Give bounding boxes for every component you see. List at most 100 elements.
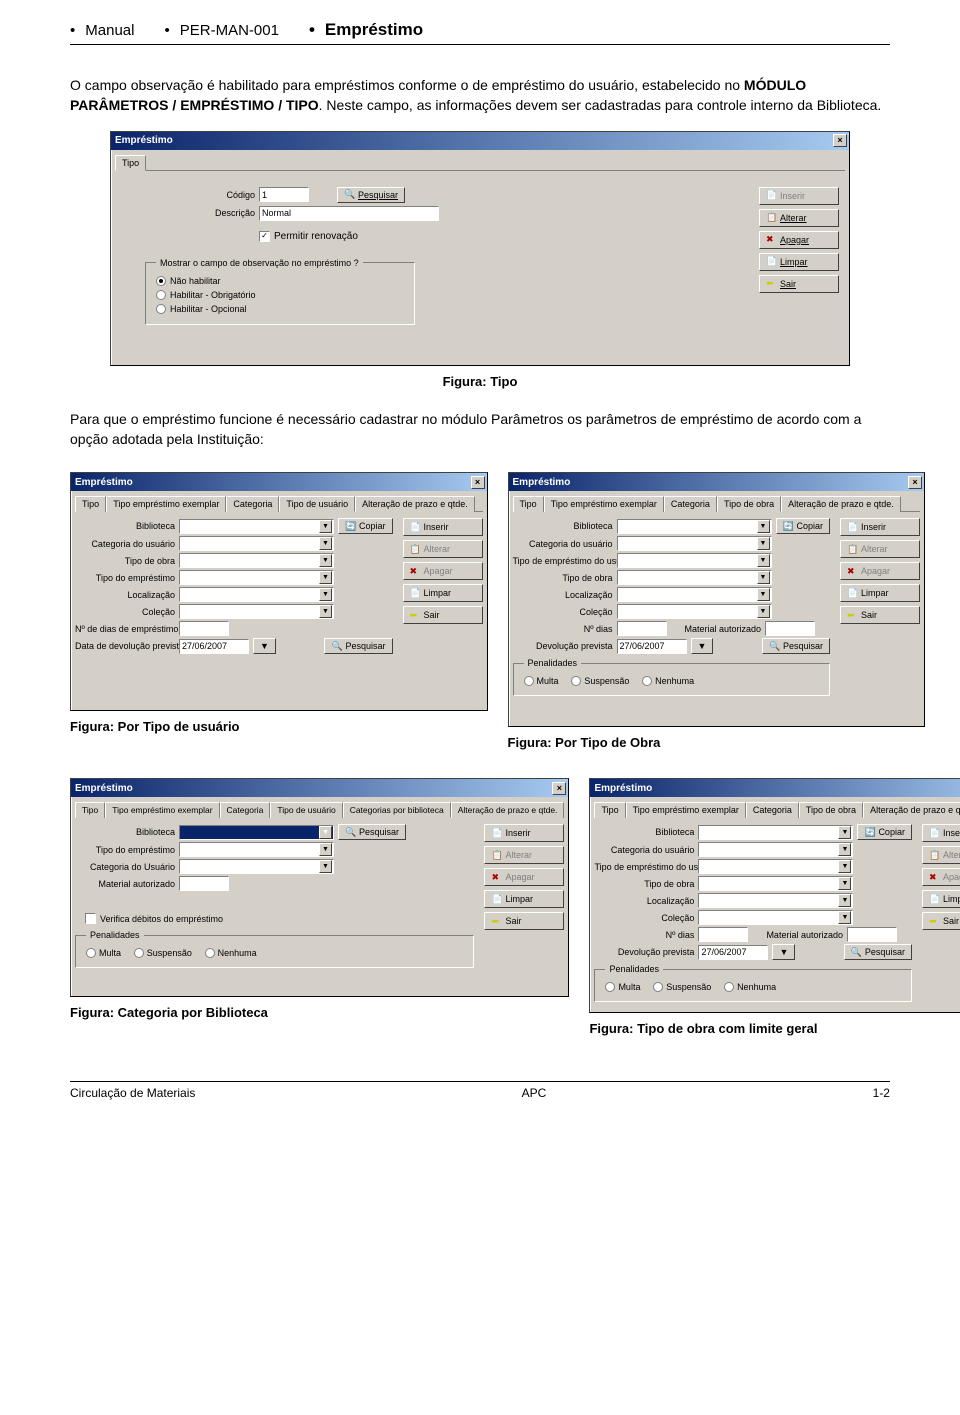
fig2a-caption: Figura: Por Tipo de usuário <box>70 719 488 734</box>
clear-icon <box>766 256 777 267</box>
label-codigo: Código <box>145 190 255 200</box>
radio-suspensao[interactable] <box>571 676 581 686</box>
codigo-input[interactable] <box>259 187 309 202</box>
apagar-button[interactable]: Apagar <box>403 562 483 580</box>
fig2b-caption: Figura: Por Tipo de Obra <box>508 735 926 750</box>
apagar-button[interactable]: Apagar <box>484 868 564 886</box>
dialog-tipo-obra-limite: Empréstimo× Tipo Tipo empréstimo exempla… <box>589 778 960 1013</box>
tipo-obra-dropdown[interactable]: ▼ <box>179 553 334 568</box>
header-title: Empréstimo <box>309 20 423 40</box>
limpar-button[interactable]: Limpar <box>922 890 960 908</box>
pesquisar-button[interactable]: Pesquisar <box>762 638 830 654</box>
permitir-renov-checkbox[interactable]: ✓ <box>259 231 270 242</box>
categoria-dropdown[interactable]: ▼ <box>179 536 334 551</box>
exit-icon <box>766 278 777 289</box>
inserir-button[interactable]: Inserir <box>840 518 920 536</box>
footer-center: APC <box>522 1086 547 1100</box>
pesquisar-button[interactable]: Pesquisar <box>844 944 912 960</box>
fig3a-caption: Figura: Categoria por Biblioteca <box>70 1005 569 1020</box>
label-permitir-renov: Permitir renovação <box>274 231 358 242</box>
radio-multa[interactable] <box>86 948 96 958</box>
sair-button[interactable]: Sair <box>922 912 960 930</box>
close-icon[interactable]: × <box>552 782 566 795</box>
localizacao-dropdown[interactable]: ▼ <box>179 587 334 602</box>
mid-paragraph: Para que o empréstimo funcione é necessá… <box>70 409 890 450</box>
tipo-empr-dropdown[interactable]: ▼ <box>179 570 334 585</box>
alter-icon <box>766 212 777 223</box>
alterar-button[interactable]: Alterar <box>759 209 839 227</box>
sair-button[interactable]: Sair <box>840 606 920 624</box>
close-icon[interactable]: × <box>471 476 485 489</box>
dialog-title: Empréstimo <box>115 135 173 146</box>
copiar-button[interactable]: Copiar <box>776 518 831 534</box>
alterar-button[interactable]: Alterar <box>840 540 920 558</box>
tab-categoria[interactable]: Categoria <box>226 496 279 512</box>
insert-icon <box>766 190 777 201</box>
apagar-button[interactable]: Apagar <box>840 562 920 580</box>
inserir-button[interactable]: Inserir <box>922 824 960 842</box>
close-icon[interactable]: × <box>908 476 922 489</box>
tab-tipo-usuario[interactable]: Tipo de usuário <box>279 496 355 512</box>
limpar-button[interactable]: Limpar <box>403 584 483 602</box>
apagar-button[interactable]: Apagar <box>759 231 839 249</box>
footer-right: 1-2 <box>873 1086 890 1100</box>
data-devol-input[interactable] <box>179 639 249 654</box>
inserir-button[interactable]: Inserir <box>403 518 483 536</box>
figure-tipo-caption: Figura: Tipo <box>70 374 890 389</box>
copiar-button[interactable]: Copiar <box>338 518 393 534</box>
fig3b-caption: Figura: Tipo de obra com limite geral <box>589 1021 960 1036</box>
dialog-tabs: Tipo <box>115 154 845 171</box>
limpar-button[interactable]: Limpar <box>759 253 839 271</box>
page-header: Manual PER-MAN-001 Empréstimo <box>70 20 890 45</box>
radio-nenhuma[interactable] <box>642 676 652 686</box>
colecao-dropdown[interactable]: ▼ <box>179 604 334 619</box>
sair-button[interactable]: Sair <box>403 606 483 624</box>
radio-hab-obrig[interactable] <box>156 290 166 300</box>
legend-mostrar-obs: Mostrar o campo de observação no emprést… <box>156 258 363 268</box>
ndias-input[interactable] <box>179 621 229 636</box>
dialog-categoria-biblioteca: Empréstimo× Tipo Tipo empréstimo exempla… <box>70 778 569 997</box>
alterar-button[interactable]: Alterar <box>403 540 483 558</box>
apagar-button[interactable]: Apagar <box>922 868 960 886</box>
tab-tipo[interactable]: Tipo <box>115 155 146 171</box>
alterar-button[interactable]: Alterar <box>922 846 960 864</box>
intro-paragraph: O campo observação é habilitado para emp… <box>70 75 890 116</box>
copy-icon <box>345 521 356 532</box>
radio-hab-opc[interactable] <box>156 304 166 314</box>
radio-multa[interactable] <box>524 676 534 686</box>
radio-suspensao[interactable] <box>134 948 144 958</box>
radio-nenhuma[interactable] <box>205 948 215 958</box>
intro-text-1: O campo observação é habilitado para emp… <box>70 77 744 93</box>
radio-suspensao[interactable] <box>653 982 663 992</box>
inserir-button[interactable]: Inserir <box>759 187 839 205</box>
close-icon[interactable]: × <box>833 134 847 147</box>
pesquisar-button[interactable]: Pesquisar <box>338 824 406 840</box>
copiar-button[interactable]: Copiar <box>857 824 912 840</box>
tab-tipo-empr-ex[interactable]: Tipo empréstimo exemplar <box>106 496 226 512</box>
descricao-input[interactable] <box>259 206 439 221</box>
delete-icon <box>766 234 777 245</box>
footer-left: Circulação de Materiais <box>70 1086 195 1100</box>
tab-alteracao[interactable]: Alteração de prazo e qtde. <box>355 496 475 512</box>
header-code: PER-MAN-001 <box>164 22 278 39</box>
radio-nao-habilitar[interactable] <box>156 276 166 286</box>
biblioteca-dropdown[interactable]: ▼ <box>179 825 334 840</box>
pesquisar-button[interactable]: Pesquisar <box>324 638 392 654</box>
alterar-button[interactable]: Alterar <box>484 846 564 864</box>
header-manual: Manual <box>70 22 134 39</box>
limpar-button[interactable]: Limpar <box>840 584 920 602</box>
radio-multa[interactable] <box>605 982 615 992</box>
pesquisar-button[interactable]: Pesquisar <box>337 187 405 203</box>
verifica-debitos-checkbox[interactable] <box>85 913 96 924</box>
sair-button[interactable]: Sair <box>759 275 839 293</box>
date-picker-button[interactable]: ▼ <box>253 638 276 654</box>
limpar-button[interactable]: Limpar <box>484 890 564 908</box>
radio-nenhuma[interactable] <box>724 982 734 992</box>
search-icon <box>344 189 355 200</box>
sair-button[interactable]: Sair <box>484 912 564 930</box>
dialog-tipo-obra: Empréstimo× Tipo Tipo empréstimo exempla… <box>508 472 926 727</box>
intro-text-2: . Neste campo, as informações devem ser … <box>319 97 882 113</box>
biblioteca-dropdown[interactable]: ▼ <box>179 519 334 534</box>
tab-tipo[interactable]: Tipo <box>75 496 106 512</box>
inserir-button[interactable]: Inserir <box>484 824 564 842</box>
